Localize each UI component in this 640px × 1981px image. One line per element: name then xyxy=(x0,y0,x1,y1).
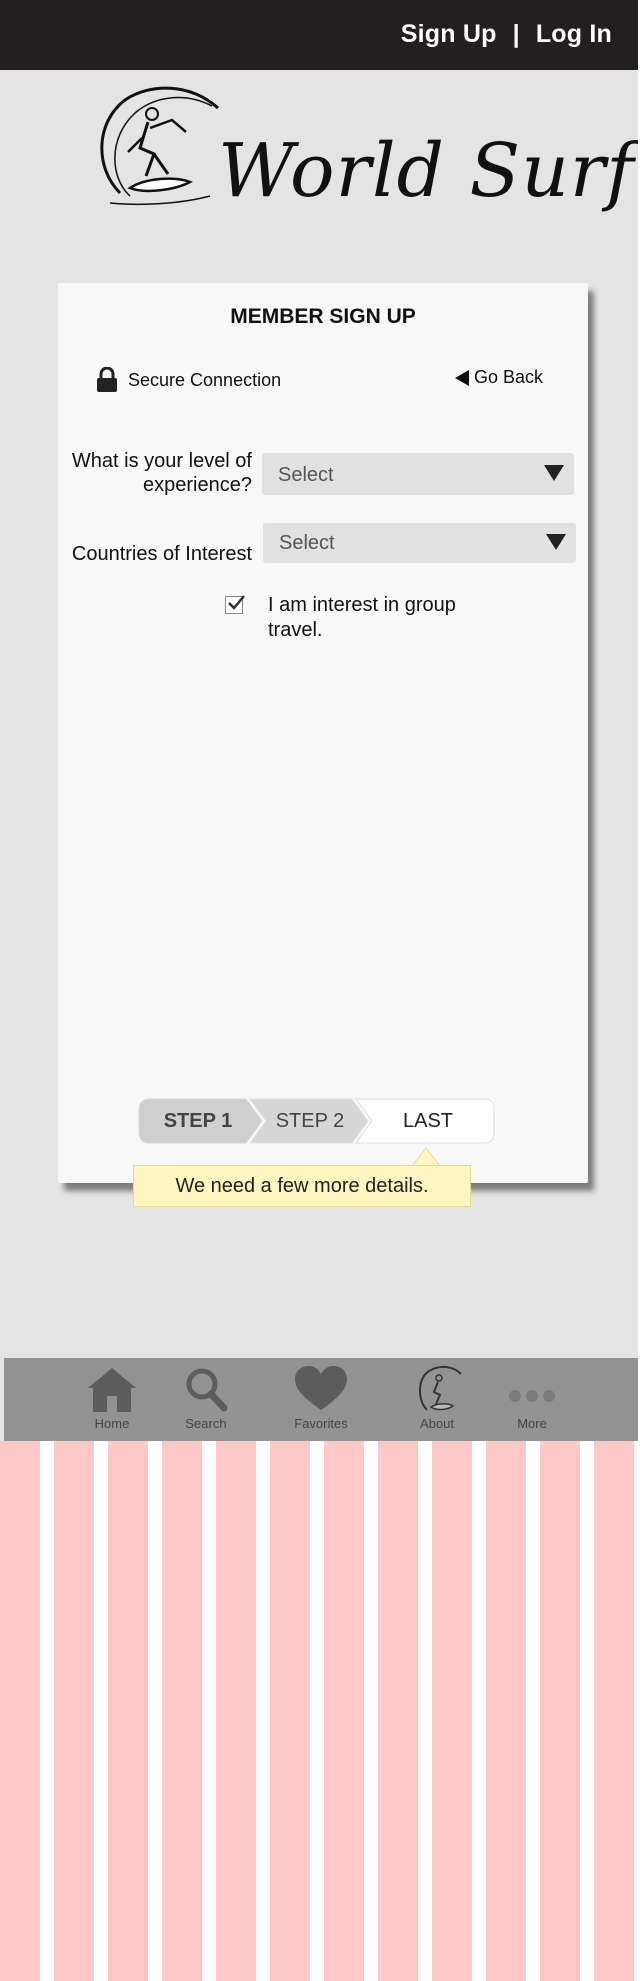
experience-select-value: Select xyxy=(278,464,334,486)
world-surf-logo: World Surf xyxy=(90,78,634,248)
bottom-nav: Home Search Favorites About More xyxy=(4,1358,638,1441)
countries-select[interactable]: Select xyxy=(263,523,576,563)
page-title: MEMBER SIGN UP xyxy=(230,305,416,328)
step-last[interactable]: LAST xyxy=(362,1098,494,1144)
nav-item-home[interactable]: Home xyxy=(72,1358,152,1441)
search-icon xyxy=(186,1368,228,1412)
countries-label: Countries of Interest xyxy=(71,543,252,565)
home-icon xyxy=(88,1368,136,1412)
logo-wordmark: World Surf xyxy=(218,128,635,214)
nav-item-home-label: Home xyxy=(94,1416,130,1431)
nav-item-more-label: More xyxy=(517,1416,547,1431)
experience-label: What is your level of experience? xyxy=(71,450,252,496)
auth-links: Sign Up | Log In xyxy=(401,20,612,49)
nav-item-favorites[interactable]: Favorites xyxy=(281,1358,361,1441)
checkmark-icon xyxy=(228,595,245,610)
dropdown-arrow-icon xyxy=(546,534,566,550)
lock-icon xyxy=(97,367,117,392)
go-back-button[interactable]: Go Back xyxy=(454,367,543,388)
top-bar: Sign Up | Log In xyxy=(0,0,638,70)
login-link[interactable]: Log In xyxy=(536,20,612,49)
step-1[interactable]: STEP 1 xyxy=(138,1098,258,1144)
group-travel-label: I am interest in group travel. xyxy=(268,594,456,641)
nav-item-favorites-label: Favorites xyxy=(294,1416,348,1431)
step-2-label: STEP 2 xyxy=(275,1110,345,1132)
step-indicator: STEP 1 STEP 2 LAST xyxy=(138,1098,498,1144)
signup-link[interactable]: Sign Up xyxy=(401,20,497,49)
tooltip-pointer xyxy=(411,1147,441,1167)
nav-item-search-label: Search xyxy=(185,1416,227,1431)
surfer-logo-icon xyxy=(419,1365,462,1411)
nav-item-search[interactable]: Search xyxy=(166,1358,246,1441)
auth-separator: | xyxy=(512,20,520,48)
surfer-logo-icon xyxy=(100,86,219,206)
validation-tooltip: We need a few more details. xyxy=(133,1165,471,1207)
more-icon xyxy=(509,1390,555,1402)
back-arrow-icon xyxy=(455,369,469,386)
step-last-label: LAST xyxy=(402,1110,454,1132)
group-travel-checkbox[interactable] xyxy=(225,595,245,614)
step-1-label: STEP 1 xyxy=(163,1110,233,1132)
nav-item-about-label: About xyxy=(420,1416,454,1431)
step-2[interactable]: STEP 2 xyxy=(252,1098,368,1144)
countries-select-value: Select xyxy=(279,532,335,554)
signup-card: MEMBER SIGN UP Secure Connection Go Back… xyxy=(58,283,588,1183)
heart-icon xyxy=(295,1366,347,1410)
secure-connection: Secure Connection xyxy=(96,367,281,393)
nav-item-about[interactable]: About xyxy=(397,1358,477,1441)
app-screen: Sign Up | Log In World Surf MEMBER SIGN … xyxy=(0,0,640,1441)
go-back-label: Go Back xyxy=(474,367,544,387)
dropdown-arrow-icon xyxy=(544,465,564,481)
placeholder-stripes xyxy=(0,1441,638,1981)
nav-item-more[interactable]: More xyxy=(492,1358,572,1441)
secure-connection-label: Secure Connection xyxy=(128,369,282,390)
experience-select[interactable]: Select xyxy=(262,453,574,495)
